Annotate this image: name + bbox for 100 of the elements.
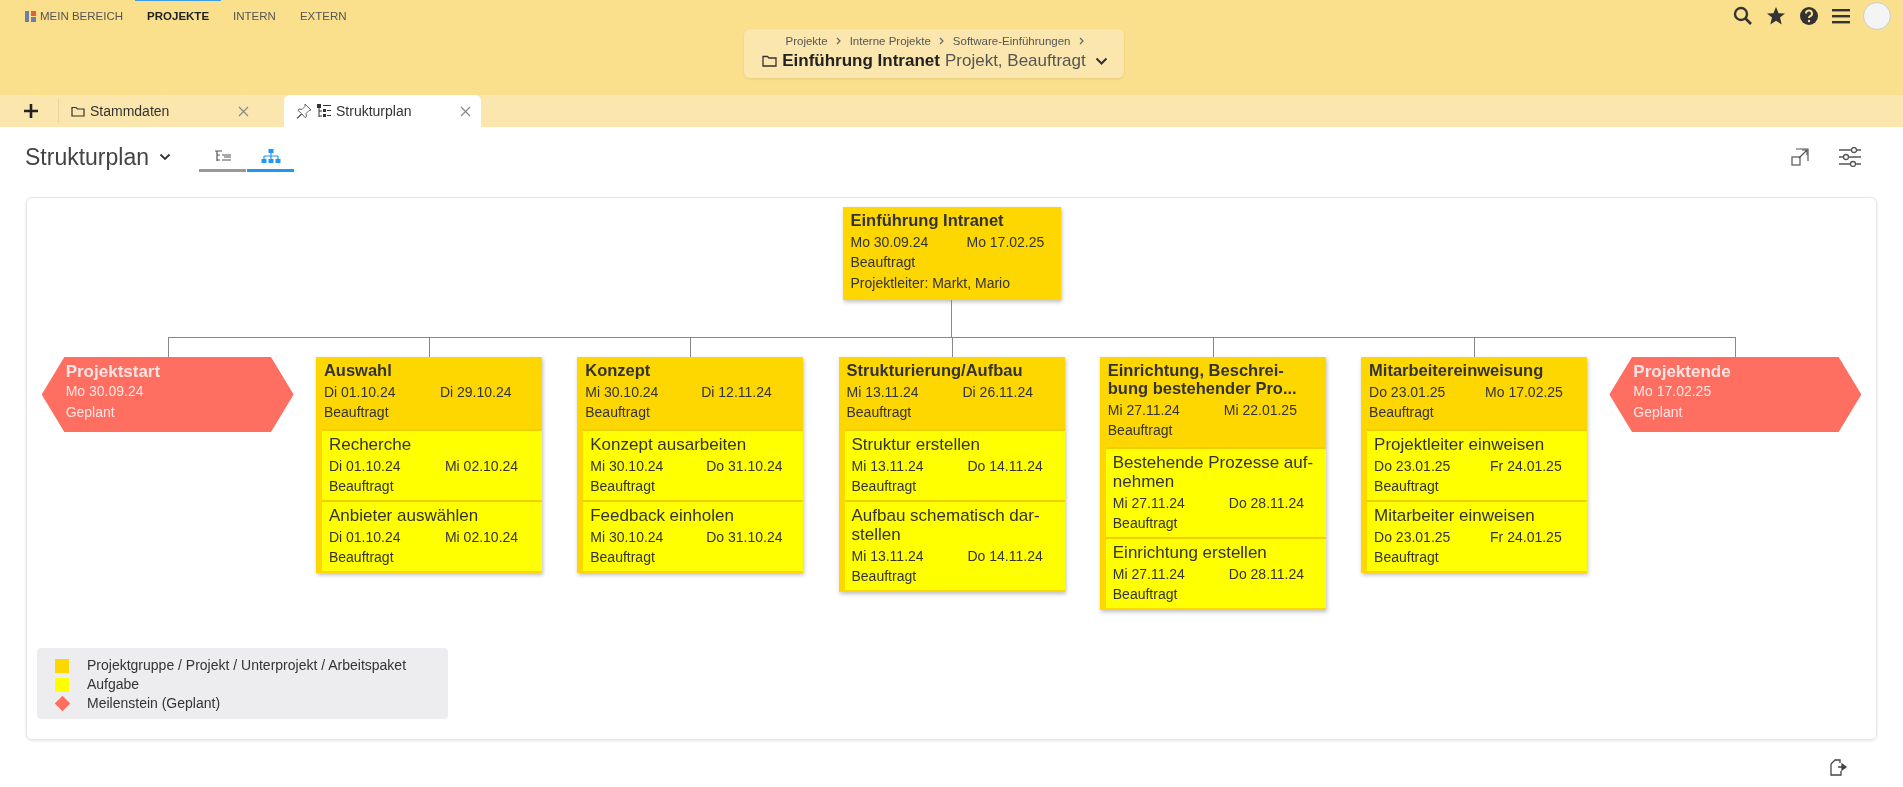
pin-icon[interactable] — [296, 103, 312, 119]
task-node[interactable]: Aufbau schematisch dar-stellen Mi 13.11.24 Do 14.11.24 Beauftragt — [844, 500, 1065, 590]
end-date: Fr 24.01.25 — [1490, 528, 1563, 547]
search-icon[interactable] — [1733, 6, 1753, 26]
tab[interactable]: Stammdaten — [59, 95, 259, 127]
start-date: Mi 27.11.24 — [1112, 565, 1186, 584]
end-date: Do 14.11.24 — [967, 547, 1044, 566]
chevron-down-icon[interactable] — [159, 153, 171, 161]
milestone-status: Geplant — [1633, 403, 1684, 422]
node-title: Strukturierung/Aufbau — [846, 361, 1024, 379]
node-status: Beauftragt — [585, 403, 651, 422]
node-title: Einführung Intranet — [850, 211, 1005, 229]
close-icon[interactable] — [460, 105, 471, 117]
task-node[interactable]: Projektleiter einweisen Do 23.01.25 Fr 24.01.25 Beauftragt — [1367, 429, 1588, 500]
work-package-node[interactable]: Konzept Mi 30.10.24 Di 12.11.24 Beauftragt Konzept ausarbeiten Mi 30.10.24 Do 31.10.24 Beauftragt Feedback einholen Mi 30.10.24 Do 31.10.24 Beauftragt — [577, 357, 804, 573]
project-subtitle: Projekt, Beauftragt — [944, 51, 1086, 71]
milestone-date: Mo 17.02.25 — [1633, 382, 1713, 401]
task-node[interactable]: Feedback einholen Mi 30.10.24 Do 31.10.24 Beauftragt — [583, 500, 804, 571]
end-date: Do 28.11.24 — [1228, 565, 1306, 584]
nav-link[interactable]: PROJEKTE — [135, 0, 222, 25]
start-date: Do 23.01.25 — [1374, 457, 1452, 476]
end-date: Di 26.11.24 — [962, 383, 1035, 402]
end-date: Mo 17.02.25 — [1485, 383, 1564, 402]
task-node[interactable]: Anbieter auswählen Di 01.10.24 Mi 02.10.24 Beauftragt — [321, 500, 542, 571]
end-date: Fr 24.01.25 — [1490, 457, 1563, 476]
close-icon[interactable] — [238, 105, 249, 117]
task-title: Anbieter auswählen — [328, 506, 480, 525]
node-status: Beauftragt — [846, 403, 913, 422]
chevron-right-icon — [835, 37, 842, 45]
node-title: Mitarbeitereinweisung — [1369, 361, 1545, 379]
chevron-right-icon — [1078, 37, 1085, 45]
node-status: Beauftragt — [850, 253, 917, 272]
menu-icon[interactable] — [1832, 8, 1850, 24]
folder-icon — [71, 105, 85, 117]
end-date: Do 14.11.24 — [967, 457, 1044, 476]
end-date: Di 29.10.24 — [439, 383, 513, 402]
settings-sliders-icon[interactable] — [1839, 147, 1861, 167]
end-date: Do 31.10.24 — [706, 457, 784, 476]
task-status: Beauftragt — [851, 567, 918, 586]
nav-link[interactable]: EXTERN — [287, 0, 359, 25]
task-title: Feedback einholen — [590, 506, 735, 525]
plus-icon — [24, 104, 38, 118]
export-icon[interactable] — [1830, 758, 1848, 776]
nav-link[interactable]: MEIN BEREICH — [25, 0, 136, 25]
end-date: Do 31.10.24 — [706, 528, 784, 547]
task-status: Beauftragt — [1112, 514, 1179, 533]
task-node[interactable]: Konzept ausarbeiten Mi 30.10.24 Do 31.10.24 Beauftragt — [583, 429, 804, 500]
end-date: Mi 22.01.25 — [1223, 401, 1298, 420]
milestone-title: Projektstart — [65, 362, 162, 381]
end-date: Di 12.11.24 — [701, 383, 773, 402]
task-status: Beauftragt — [1374, 477, 1440, 496]
star-icon[interactable] — [1766, 6, 1786, 26]
start-date: Di 01.10.24 — [328, 528, 402, 547]
legend-label: Projektgruppe / Projekt / Unterprojekt / Arbeitspaket — [87, 656, 407, 675]
help-icon[interactable] — [1799, 6, 1819, 26]
task-title: Aufbau schematisch dar-stellen — [851, 506, 1041, 544]
start-date: Mo 30.09.24 — [850, 233, 930, 252]
milestone-title: Projektende — [1633, 362, 1732, 381]
breadcrumb-link[interactable]: Software-Einführungen — [952, 35, 1071, 47]
task-status: Beauftragt — [1112, 585, 1179, 604]
start-date: Do 23.01.25 — [1369, 383, 1447, 402]
start-date: Mi 30.10.24 — [590, 457, 665, 476]
start-date: Di 01.10.24 — [328, 457, 402, 476]
start-date: Mi 30.10.24 — [585, 383, 660, 402]
page-title: Strukturplan — [25, 143, 149, 171]
work-package-node[interactable]: Auswahl Di 01.10.24 Di 29.10.24 Beauftragt Recherche Di 01.10.24 Mi 02.10.24 Beauftragt Anbieter auswählen Di 01.10.24 Mi 02.10.24 Beauftragt — [315, 357, 542, 573]
chevron-right-icon — [938, 37, 945, 45]
project-node[interactable]: Einführung Intranet Mo 30.09.24 Mo 17.02.25 Beauftragt Projektleiter: Markt, Mario — [842, 207, 1061, 300]
task-title: Struktur erstellen — [851, 435, 981, 454]
task-node[interactable]: Mitarbeiter einweisen Do 23.01.25 Fr 24.01.25 Beauftragt — [1367, 500, 1588, 571]
node-status: Beauftragt — [1369, 403, 1435, 422]
start-date: Mi 27.11.24 — [1112, 494, 1186, 513]
task-node[interactable]: Recherche Di 01.10.24 Mi 02.10.24 Beauftragt — [321, 429, 542, 500]
tab[interactable]: Strukturplan — [284, 95, 481, 127]
indented-list-icon — [213, 149, 232, 162]
milestone-date: Mo 30.09.24 — [65, 382, 145, 401]
node-title: Konzept — [585, 361, 652, 379]
legend-label: Meilenstein (Geplant) — [87, 694, 221, 713]
legend-label: Aufgabe — [87, 675, 140, 694]
nav-link[interactable]: INTERN — [221, 0, 288, 25]
task-node[interactable]: Struktur erstellen Mi 13.11.24 Do 14.11.24 Beauftragt — [844, 429, 1065, 500]
task-status: Beauftragt — [851, 477, 918, 496]
org-chart-icon — [260, 148, 281, 163]
node-status: Beauftragt — [323, 403, 390, 422]
tree-list-icon — [317, 104, 331, 118]
expand-icon[interactable] — [1791, 148, 1809, 166]
project-title: Einführung Intranet — [782, 51, 940, 71]
start-date: Mi 13.11.24 — [846, 383, 920, 402]
project-leader: Projektleiter: Markt, Mario — [850, 274, 1011, 293]
work-package-node[interactable] — [1099, 357, 1326, 610]
task-node[interactable]: Einrichtung erstellen Mi 27.11.24 Do 28.11.24 Beauftragt — [1105, 537, 1326, 608]
breadcrumb-link[interactable]: Interne Projekte — [849, 35, 931, 47]
task-node[interactable]: Bestehende Prozesse auf-nehmen Mi 27.11.24 Do 28.11.24 Beauftragt — [1105, 447, 1326, 537]
task-title: Mitarbeiter einweisen — [1374, 506, 1536, 525]
start-date: Mi 30.10.24 — [590, 528, 665, 547]
chevron-down-icon[interactable] — [1094, 56, 1108, 66]
breadcrumb-link[interactable]: Projekte — [785, 35, 828, 47]
start-date: Di 01.10.24 — [323, 383, 397, 402]
work-package-node[interactable]: Mitarbeitereinweisung Do 23.01.25 Mo 17.02.25 Beauftragt Projektleiter einweisen Do 23.01.25 Fr 24.01.25 Beauftragt Mitarbeiter einweisen Do 23.01.25 Fr 24.01.25 Beauftragt — [1361, 357, 1588, 573]
work-package-node[interactable]: Strukturierung/Aufbau Mi 13.11.24 Di 26.11.24 Beauftragt Struktur erstellen Mi 13.11.24 Do 14.11.24 Beauftragt Aufbau schematisch dar-stellen Mi 13.11.24 Do 14.11.24 Beauftragt — [838, 357, 1065, 592]
